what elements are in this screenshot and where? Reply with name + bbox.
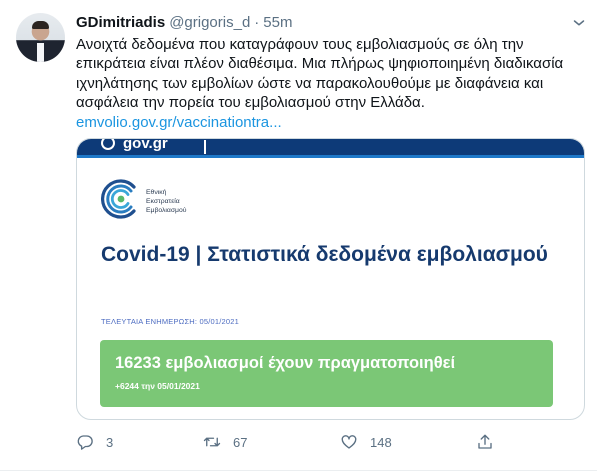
avatar-hair xyxy=(32,21,49,29)
vaccination-campaign-logo xyxy=(101,179,136,219)
tweet-text-line: επικράτεια είναι πλέον διαθέσιμα. Μια πλ… xyxy=(76,55,564,73)
avatar[interactable] xyxy=(16,13,65,62)
like-count: 148 xyxy=(370,434,392,450)
tweet-text: Ανοιχτά δεδομένα που καταγράφουν τους εμ… xyxy=(76,35,584,132)
reply-icon xyxy=(77,435,93,450)
retweet-button[interactable]: 67 xyxy=(203,431,247,453)
band-divider xyxy=(204,140,206,154)
campaign-logo-line: Εκστρατεία xyxy=(146,198,180,205)
separator-dot: · xyxy=(254,14,260,31)
band-accent xyxy=(77,155,584,158)
vaccination-total: 16233 εμβολιασμοί έχουν πραγματοποιηθεί xyxy=(115,354,456,372)
share-button[interactable] xyxy=(476,431,494,453)
retweet-count: 67 xyxy=(233,434,248,450)
share-icon xyxy=(478,434,492,449)
vaccination-stat-box: 16233 εμβολιασμοί έχουν πραγματοποιηθεί … xyxy=(100,340,553,407)
like-button[interactable]: 148 xyxy=(340,431,392,453)
campaign-logo-text: Εθνική Εκστρατεία Εμβολιασμού xyxy=(146,188,186,215)
tweet-actions: 3 67 148 xyxy=(76,431,585,453)
link-preview-card[interactable]: gov.gr Εθνική Εκστρατεία Εμβολιασμού Cov… xyxy=(76,138,585,420)
gov-logo: gov.gr xyxy=(101,138,168,153)
tweet-time[interactable]: 55m xyxy=(263,14,292,31)
reply-button[interactable]: 3 xyxy=(76,431,113,453)
last-update-label: ΤΕΛΕΥΤΑΙΑ ΕΝΗΜΕΡΩΣΗ: 05/01/2021 xyxy=(101,317,240,326)
campaign-logo-line: Εθνική xyxy=(146,189,167,196)
retweet-icon xyxy=(203,437,221,447)
avatar-shirt xyxy=(37,43,44,62)
card-title: Covid-19 | Στατιστικά δεδομένα εμβολιασμ… xyxy=(101,243,548,266)
tweet-header: GDimitriadis @grigoris_d · 55m xyxy=(76,14,292,32)
gov-logo-text: gov.gr xyxy=(123,138,168,152)
reply-count: 3 xyxy=(106,434,114,450)
campaign-logo-line: Εμβολιασμού xyxy=(146,207,187,214)
author-handle[interactable]: @grigoris_d xyxy=(169,14,250,31)
author-name[interactable]: GDimitriadis xyxy=(76,14,165,31)
tweet-link[interactable]: emvolio.gov.gr/vaccinationtra... xyxy=(76,113,584,132)
tweet-text-line: Ανοιχτά δεδομένα που καταγράφουν τους εμ… xyxy=(76,36,524,53)
tweet-text-line: ιχνηλάτησης των εμβολίων ώστε να παρακολ… xyxy=(76,74,544,92)
gov-header-band: gov.gr xyxy=(77,139,584,158)
vaccination-daily: +6244 την 05/01/2021 xyxy=(115,381,200,391)
more-icon xyxy=(573,20,585,26)
like-icon xyxy=(341,435,357,449)
gov-emblem-icon xyxy=(101,139,115,150)
tweet-text-line: ασφάλεια την πορεία του εμβολιασμού στην… xyxy=(76,94,425,112)
tweet[interactable]: GDimitriadis @grigoris_d · 55m Ανοιχτά δ… xyxy=(0,0,597,471)
more-button[interactable] xyxy=(568,10,590,32)
